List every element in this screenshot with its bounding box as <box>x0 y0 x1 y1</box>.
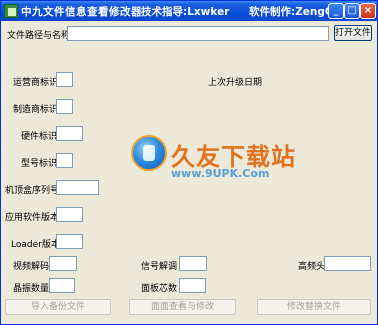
file-path-label: 文件路径与名称 <box>7 31 71 41</box>
flash-size-field[interactable] <box>49 278 75 293</box>
video-decode-label: 视频解码 <box>13 262 50 272</box>
signal-demod-field[interactable] <box>179 256 207 271</box>
panel-chip-field[interactable] <box>179 278 206 293</box>
signal-demod-label: 信号解调 <box>141 262 178 272</box>
view-modify-button[interactable]: 面面查看与修改 <box>129 299 236 315</box>
operator-id-field[interactable] <box>56 72 73 87</box>
app-window: 中九文件信息查看修改器 技术指导:Lxwker 软件制作:ZengChuan _… <box>0 0 378 325</box>
stb-serial-field[interactable] <box>56 180 99 195</box>
hardware-id-label: 硬件标识 <box>21 132 58 142</box>
watermark: 久友下载站 www.9UPK.Com <box>131 131 295 191</box>
watermark-logo-icon <box>131 135 167 171</box>
model-id-label: 型号标识 <box>21 159 58 169</box>
watermark-url: www.9UPK.Com <box>171 167 270 180</box>
close-button[interactable]: × <box>360 3 376 19</box>
minimize-button[interactable]: _ <box>328 3 344 19</box>
title-bar: 中九文件信息查看修改器 技术指导:Lxwker 软件制作:ZengChuan _… <box>1 1 377 21</box>
operator-id-label: 运营商标识 <box>13 78 59 88</box>
loader-version-field[interactable] <box>56 234 83 249</box>
window-title: 中九文件信息查看修改器 <box>21 6 142 18</box>
hardware-id-field[interactable] <box>56 126 83 141</box>
open-file-button[interactable]: 打开文件 <box>334 25 372 41</box>
model-id-field[interactable] <box>56 153 73 168</box>
modify-save-button[interactable]: 修改替换文件 <box>257 299 371 315</box>
tuner-field[interactable] <box>324 256 371 271</box>
loader-version-label: Loader版本 <box>11 240 60 250</box>
last-upgrade-date-label: 上次升级日期 <box>208 78 263 88</box>
app-version-label: 应用软件版本 <box>5 213 60 223</box>
import-backup-button[interactable]: 导入备份文件 <box>5 299 111 315</box>
tuner-label: 高频头 <box>298 262 326 272</box>
app-version-field[interactable] <box>56 207 83 222</box>
manufacturer-id-field[interactable] <box>56 99 73 114</box>
file-path-input[interactable] <box>67 26 329 41</box>
flash-size-label: 晶振数量 <box>13 284 50 294</box>
maximize-button[interactable]: □ <box>344 3 360 19</box>
app-icon <box>4 4 18 18</box>
stb-serial-label: 机顶盒序列号 <box>5 186 60 196</box>
manufacturer-id-label: 制造商标识 <box>13 105 59 115</box>
panel-chip-label: 面板芯数 <box>141 284 178 294</box>
video-decode-field[interactable] <box>49 256 77 271</box>
technical-guide-credit: 技术指导:Lxwker <box>141 6 230 18</box>
